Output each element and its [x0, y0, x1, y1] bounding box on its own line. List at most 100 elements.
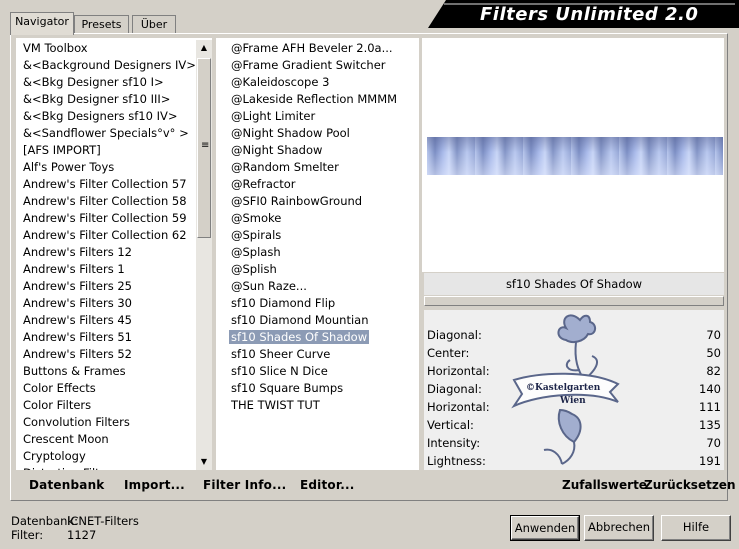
editor-button[interactable]: Editor...	[300, 478, 355, 492]
filter-item[interactable]: sf10 Diamond Mountian	[228, 312, 397, 329]
category-item[interactable]: &<Bkg Designers sf10 IV>	[20, 108, 196, 125]
tab-uber[interactable]: Über	[132, 15, 176, 34]
import-button[interactable]: Import...	[124, 478, 185, 492]
filter-item[interactable]: @Night Shadow Pool	[228, 125, 397, 142]
category-item[interactable]: Andrew's Filters 51	[20, 329, 196, 346]
category-item[interactable]: Andrew's Filters 52	[20, 346, 196, 363]
category-item[interactable]: Cryptology	[20, 448, 196, 465]
category-item[interactable]: Andrew's Filter Collection 57	[20, 176, 196, 193]
parameter-name: Vertical:	[427, 418, 474, 432]
category-item[interactable]: Andrew's Filter Collection 62	[20, 227, 196, 244]
filter-item[interactable]: sf10 Square Bumps	[228, 380, 397, 397]
filter-item[interactable]: sf10 Shades Of Shadow	[228, 329, 397, 346]
filter-item[interactable]: @Smoke	[228, 210, 397, 227]
category-item[interactable]: Andrew's Filters 45	[20, 312, 196, 329]
filter-item-label: @Light Limiter	[231, 109, 316, 123]
category-item[interactable]: Distortion Filters	[20, 465, 196, 470]
parameter-value[interactable]: 135	[699, 418, 721, 432]
reset-button[interactable]: Zurücksetzen	[644, 478, 735, 492]
apply-button[interactable]: Anwenden	[510, 515, 580, 541]
filter-item-label: @Sun Raze...	[231, 279, 307, 293]
filter-item-label: @Random Smelter	[231, 160, 339, 174]
tab-presets[interactable]: Presets	[74, 15, 129, 34]
filter-item[interactable]: sf10 Diamond Flip	[228, 295, 397, 312]
filter-item[interactable]: @Light Limiter	[228, 108, 397, 125]
filter-info-button[interactable]: Filter Info...	[203, 478, 286, 492]
filter-item[interactable]: @SFI0 RainbowGround	[228, 193, 397, 210]
category-items: VM Toolbox &<Background Designers IV> &<Bk…	[20, 40, 196, 470]
category-item[interactable]: Andrew's Filters 30	[20, 295, 196, 312]
parameter-row[interactable]: Lightness: 191	[427, 454, 723, 472]
scroll-down-icon[interactable]: ▼	[196, 454, 212, 470]
category-item[interactable]: Andrew's Filters 1	[20, 261, 196, 278]
category-item[interactable]: &<Bkg Designer sf10 I>	[20, 74, 196, 91]
category-item[interactable]: &<Sandflower Specials°v° >	[20, 125, 196, 142]
category-item[interactable]: Convolution Filters	[20, 414, 196, 431]
parameter-name: Diagonal:	[427, 382, 482, 396]
category-item[interactable]: Alf's Power Toys	[20, 159, 196, 176]
filter-item[interactable]: @Kaleidoscope 3	[228, 74, 397, 91]
filter-item-label: @Frame Gradient Switcher	[231, 58, 386, 72]
filter-item[interactable]: @Sun Raze...	[228, 278, 397, 295]
filter-item-label: sf10 Sheer Curve	[231, 347, 331, 361]
filter-list[interactable]: @Frame AFH Beveler 2.0a... @Frame Gradien…	[216, 38, 419, 470]
filter-item-label: @SFI0 RainbowGround	[231, 194, 363, 208]
filter-item[interactable]: @Frame AFH Beveler 2.0a...	[228, 40, 397, 57]
parameter-value[interactable]: 111	[699, 400, 721, 414]
parameter-row[interactable]: Intensity: 70	[427, 436, 723, 454]
category-item[interactable]: Andrew's Filters 12	[20, 244, 196, 261]
filter-item[interactable]: @Lakeside Reflection MMMM	[228, 91, 397, 108]
filter-item-label: @Frame AFH Beveler 2.0a...	[231, 41, 393, 55]
parameter-value[interactable]: 191	[699, 454, 721, 468]
category-item[interactable]: Buttons & Frames	[20, 363, 196, 380]
filter-item[interactable]: THE TWIST TUT	[228, 397, 397, 414]
parameter-name: Lightness:	[427, 454, 486, 468]
cancel-button[interactable]: Abbrechen	[584, 515, 654, 541]
parameter-value[interactable]: 140	[699, 382, 721, 396]
scroll-up-icon[interactable]: ▲	[196, 40, 212, 56]
filter-item[interactable]: sf10 Slice N Dice	[228, 363, 397, 380]
category-list[interactable]: VM Toolbox &<Background Designers IV> &<Bk…	[16, 38, 212, 470]
category-item[interactable]: Andrew's Filter Collection 58	[20, 193, 196, 210]
help-button[interactable]: Hilfe	[661, 515, 731, 541]
category-item[interactable]: Color Effects	[20, 380, 196, 397]
category-item[interactable]: [AFS IMPORT]	[20, 142, 196, 159]
filter-item[interactable]: @Spirals	[228, 227, 397, 244]
filter-item-label: @Kaleidoscope 3	[231, 75, 330, 89]
parameter-value[interactable]: 82	[706, 364, 721, 378]
tab-navigator[interactable]: Navigator	[10, 12, 74, 35]
parameter-row[interactable]: Diagonal: 70	[427, 328, 723, 346]
filter-item[interactable]: sf10 Sheer Curve	[228, 346, 397, 363]
database-button[interactable]: Datenbank	[29, 478, 105, 492]
category-item[interactable]: Crescent Moon	[20, 431, 196, 448]
filter-item[interactable]: @Random Smelter	[228, 159, 397, 176]
filter-separator	[424, 296, 724, 306]
category-scrollbar[interactable]: ▲ ≡ ▼	[196, 40, 212, 470]
parameter-row[interactable]: Horizontal: 111	[427, 400, 723, 418]
category-item[interactable]: Andrew's Filter Collection 59	[20, 210, 196, 227]
filter-item[interactable]: @Splash	[228, 244, 397, 261]
scroll-thumb[interactable]: ≡	[197, 58, 211, 238]
status-area: Datenbank:ICNET-Filters Filter: 1127	[11, 514, 139, 542]
parameter-row[interactable]: Vertical: 135	[427, 418, 723, 436]
category-item[interactable]: Color Filters	[20, 397, 196, 414]
filter-item[interactable]: @Refractor	[228, 176, 397, 193]
category-item[interactable]: &<Background Designers IV>	[20, 57, 196, 74]
filter-item[interactable]: @Splish	[228, 261, 397, 278]
filter-item[interactable]: @Frame Gradient Switcher	[228, 57, 397, 74]
filter-items: @Frame AFH Beveler 2.0a... @Frame Gradien…	[228, 40, 397, 414]
parameter-value[interactable]: 70	[706, 436, 721, 450]
scroll-grip-icon: ≡	[201, 140, 210, 151]
filter-item-label: sf10 Square Bumps	[231, 381, 344, 395]
parameter-row[interactable]: Diagonal: 140	[427, 382, 723, 400]
random-values-button[interactable]: Zufallswerte	[562, 478, 647, 492]
category-item[interactable]: VM Toolbox	[20, 40, 196, 57]
parameter-value[interactable]: 70	[706, 328, 721, 342]
title-banner: Filters Unlimited 2.0	[428, 0, 739, 28]
filter-item[interactable]: @Night Shadow	[228, 142, 397, 159]
parameter-row[interactable]: Horizontal: 82	[427, 364, 723, 382]
parameter-value[interactable]: 50	[706, 346, 721, 360]
parameter-row[interactable]: Center: 50	[427, 346, 723, 364]
category-item[interactable]: Andrew's Filters 25	[20, 278, 196, 295]
category-item[interactable]: &<Bkg Designer sf10 III>	[20, 91, 196, 108]
